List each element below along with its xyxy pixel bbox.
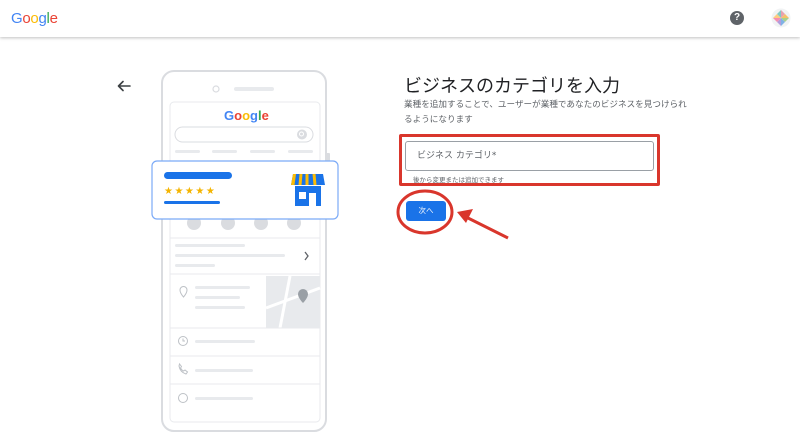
illustration-google-logo: Google <box>224 108 269 123</box>
google-logo[interactable]: Google <box>11 10 58 27</box>
page-title: ビジネスのカテゴリを入力 <box>404 76 620 97</box>
logo-letter: G <box>11 10 23 27</box>
business-category-input[interactable] <box>405 141 654 171</box>
annotation-arrow-shaft <box>465 215 509 240</box>
annotation-overlay <box>396 189 509 240</box>
rating-stars-icon: ★★★★★ <box>164 186 216 197</box>
account-avatar-icon[interactable] <box>771 8 791 28</box>
logo-letter: g <box>38 10 47 27</box>
phone-illustration: Google ★★★★★ <box>151 70 339 432</box>
question-circle-icon[interactable]: ? <box>730 11 744 25</box>
top-bar: Google ? <box>0 0 800 37</box>
back-arrow-icon[interactable] <box>116 78 132 94</box>
next-button[interactable]: 次へ <box>406 201 446 221</box>
storefront-icon <box>291 173 325 206</box>
category-hint: 後から変更または追加できます <box>413 176 504 184</box>
annotation-arrow-head <box>457 209 473 223</box>
logo-letter: e <box>49 10 58 27</box>
page-description: 業種を追加することで、ユーザーが業種であなたのビジネスを見つけられるようになりま… <box>404 100 687 125</box>
